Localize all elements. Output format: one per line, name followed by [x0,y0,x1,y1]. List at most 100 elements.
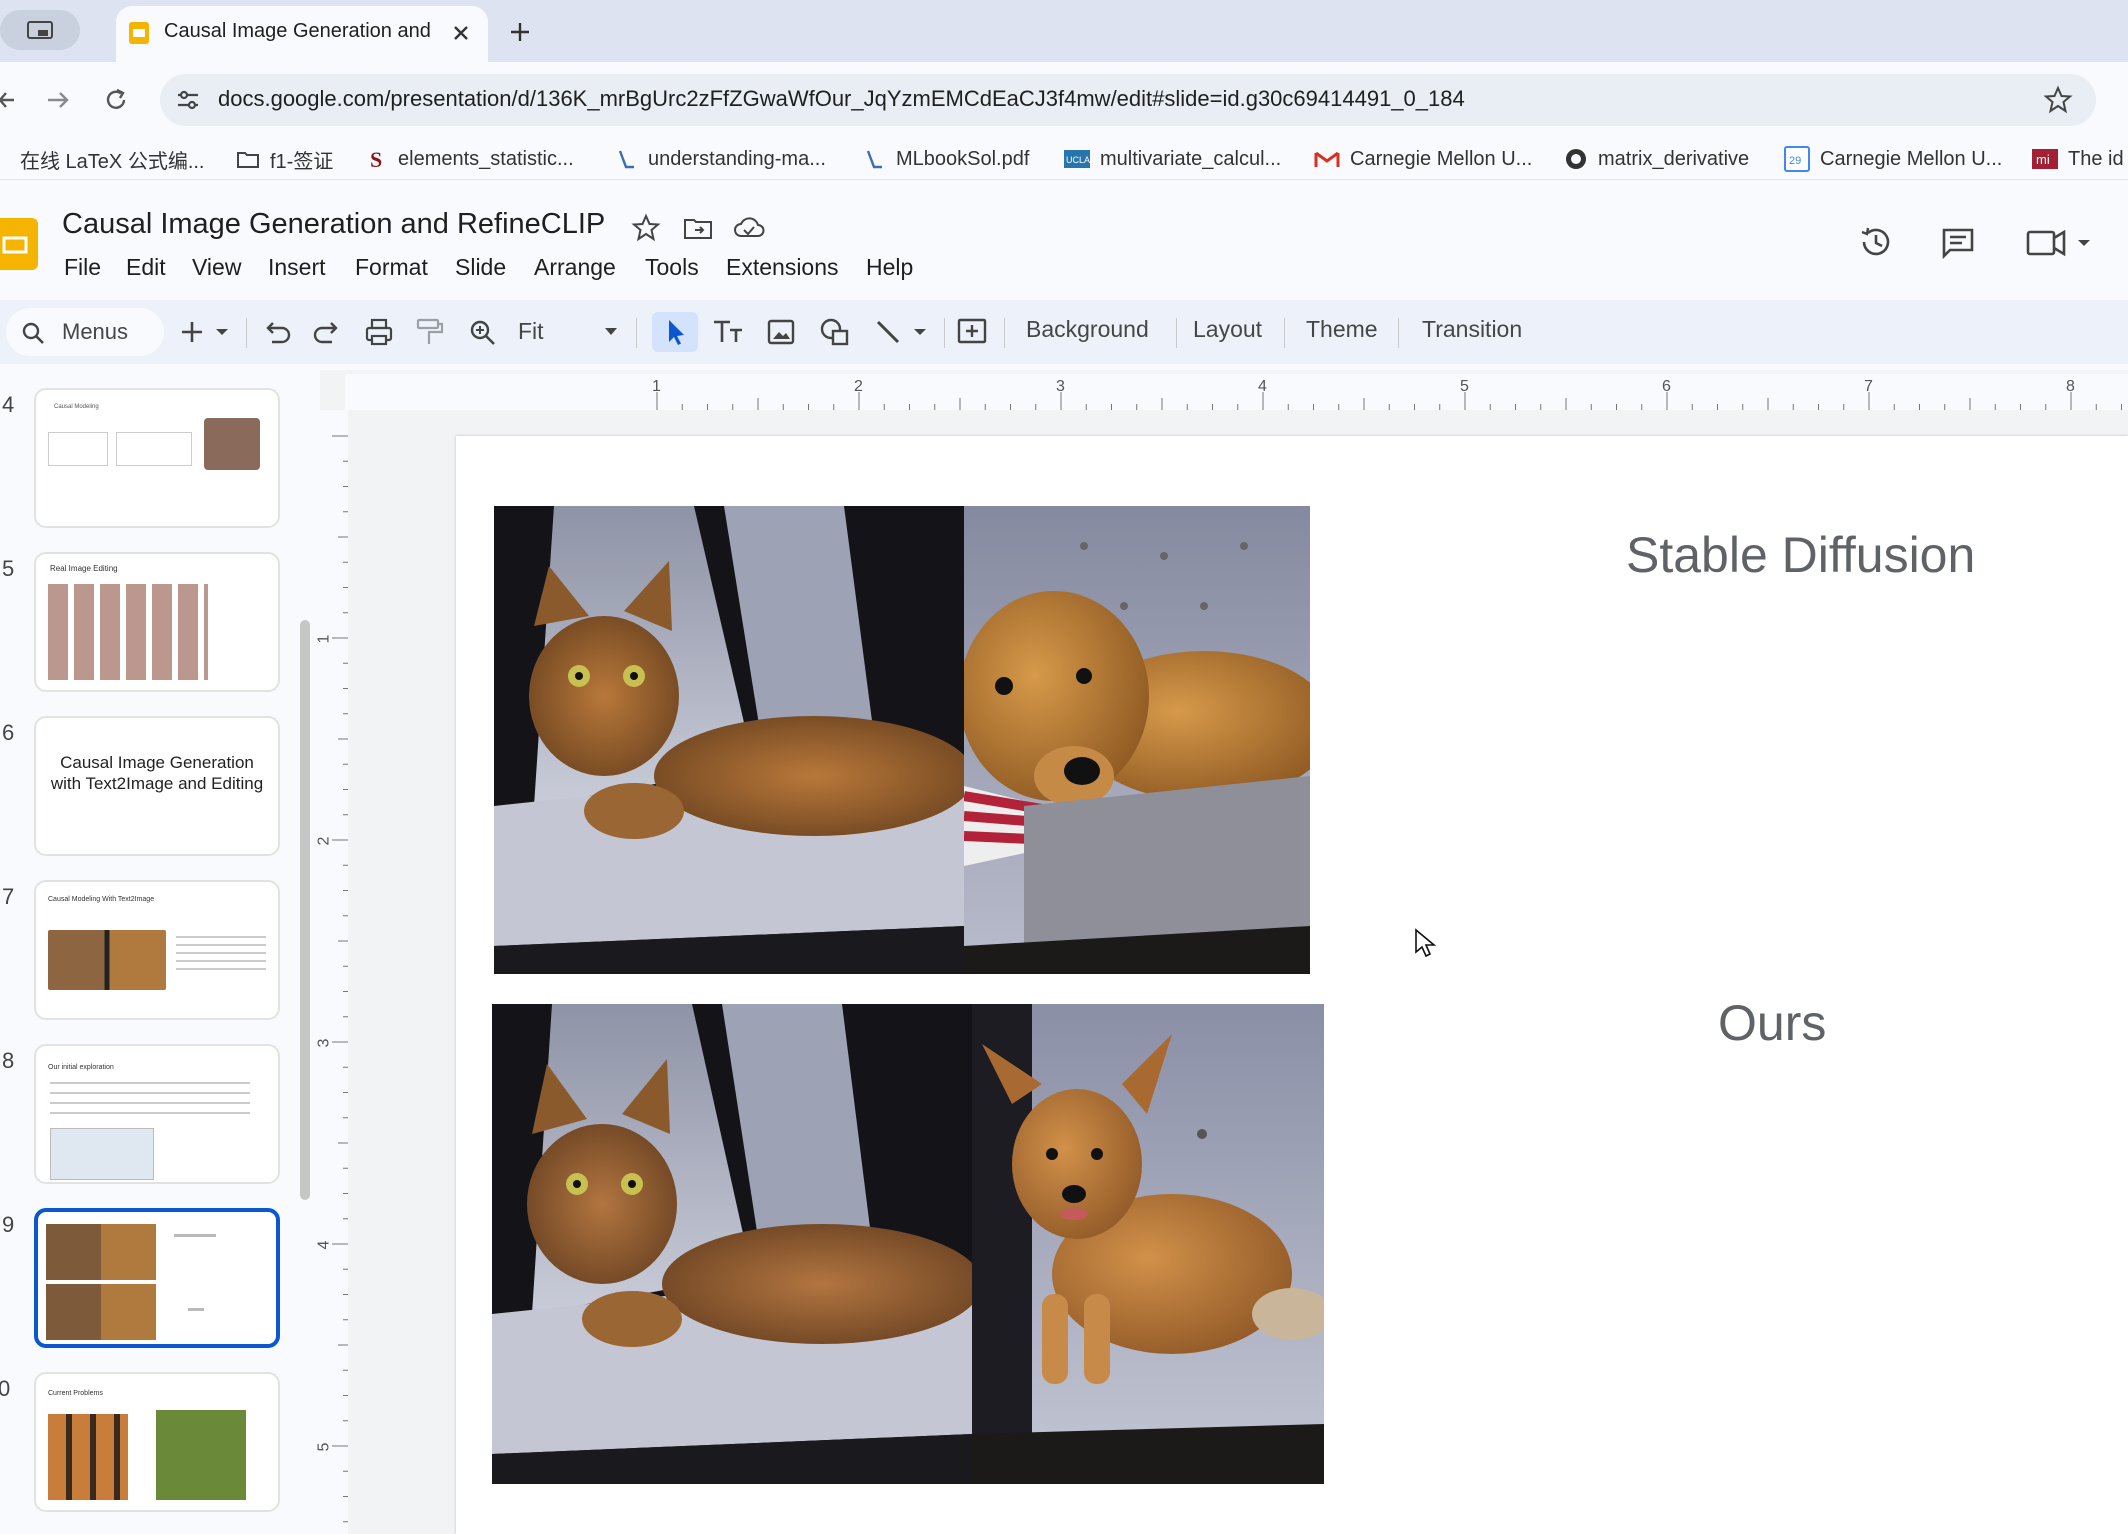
site-settings-icon[interactable] [174,86,202,114]
slide-thumbnail-9[interactable] [34,1208,280,1348]
bookmark-item[interactable]: understanding-ma... [616,142,826,176]
reload-icon[interactable] [100,84,132,116]
ruler-label: 3 [1056,378,1065,395]
bookmark-item[interactable]: mi The id [2032,142,2124,176]
meet-button[interactable] [2024,222,2094,262]
zoom-button[interactable] [466,312,500,352]
slide-thumbnail-8[interactable]: Our initial exploration [34,1044,280,1184]
toolbar-divider [1004,318,1005,348]
thumb-text-lines [176,936,266,976]
new-comment-button[interactable] [954,312,990,352]
ours-dog-image[interactable] [972,1004,1324,1484]
horizontal-ruler[interactable] [345,374,2128,410]
undo-button[interactable] [260,312,294,352]
bookmark-item[interactable]: Carnegie Mellon U... [1314,142,1532,176]
background-button[interactable]: Background [1026,316,1149,343]
chevron-down-icon [605,328,617,335]
cursor-icon [669,320,684,345]
menu-tools[interactable]: Tools [645,254,699,281]
filmstrip-scrollbar[interactable] [300,620,310,1200]
thumb-title: Real Image Editing [50,564,118,573]
label-ours[interactable]: Ours [1718,994,1826,1052]
svg-text:S: S [370,147,382,171]
transition-button[interactable]: Transition [1422,316,1522,343]
doc-header [0,190,2128,300]
star-icon[interactable] [630,212,662,244]
new-slide-button[interactable] [176,312,236,352]
folder-icon [237,152,259,168]
version-history-icon[interactable] [1856,222,1896,262]
menu-help[interactable]: Help [866,254,913,281]
ruler-label: 3 [315,1038,333,1048]
slide-number: 7 [2,884,15,909]
label-stable-diffusion[interactable]: Stable Diffusion [1626,526,1975,584]
toolbar-divider [1176,318,1177,348]
bookmark-item[interactable]: f1-签证 [236,142,333,176]
shape-button[interactable] [816,312,856,352]
slide-canvas[interactable]: Stable Diffusion Ours [456,436,2128,1534]
tab-active[interactable]: Causal Image Generation and [116,6,488,62]
ruler-ticks [332,435,348,1523]
bookmark-star-icon[interactable] [2042,84,2074,116]
new-tab-icon[interactable] [504,16,536,48]
slide-thumbnail-4[interactable]: Causal Modeling [34,388,280,528]
vertical-ruler[interactable] [320,410,348,1534]
menu-view[interactable]: View [192,254,241,281]
thumb-image-bottom [46,1284,156,1340]
bookmark-item[interactable]: S elements_statistic... [368,142,574,176]
github-icon [1566,149,1586,169]
ours-cat-image[interactable] [492,1004,972,1484]
select-tool-button[interactable] [652,312,698,352]
tab-close-icon[interactable] [446,18,476,48]
thumb-diagram [48,432,108,466]
menu-insert[interactable]: Insert [268,254,326,281]
tab-search-button[interactable] [0,10,80,50]
print-button[interactable] [362,312,396,352]
paint-format-button[interactable] [412,312,446,352]
theme-button[interactable]: Theme [1306,316,1378,343]
bookmark-item[interactable]: 在线 LaTeX 公式编... [0,142,205,176]
slide-thumbnail-5[interactable]: Real Image Editing [34,552,280,692]
move-folder-icon[interactable] [682,212,714,244]
bookmark-item[interactable]: 29 Carnegie Mellon U... [1784,142,2002,176]
bookmark-item[interactable]: UCLA multivariate_calcul... [1064,142,1281,176]
cat-on-sofa-image [492,1004,972,1484]
tab-strip-icon [27,21,53,39]
menu-file[interactable]: File [64,254,101,281]
latex-icon [0,149,10,169]
doc-title[interactable]: Causal Image Generation and RefineCLIP [62,208,605,241]
slide-thumbnail-10[interactable]: Current Problems [34,1372,280,1512]
layout-button[interactable]: Layout [1193,316,1262,343]
bookmark-item[interactable]: MLbookSol.pdf [864,142,1029,176]
calendar-icon: 29 [1784,146,1810,172]
menu-extensions[interactable]: Extensions [726,254,839,281]
slides-logo-icon[interactable] [0,214,40,274]
sd-cat-image[interactable] [494,506,964,974]
toolbar-divider [944,318,945,348]
text-box-button[interactable] [708,312,748,352]
undo-icon [266,322,291,344]
search-menus-input[interactable]: Menus [6,308,164,356]
menu-slide[interactable]: Slide [455,254,506,281]
bookmark-item[interactable]: matrix_derivative [1564,142,1749,176]
line-button[interactable] [868,312,932,352]
slide-number: 8 [2,1048,15,1073]
slide-thumbnail-7[interactable]: Causal Modeling With Text2Image [34,880,280,1020]
thumb-title: Causal Modeling [54,404,99,410]
forward-icon[interactable] [42,84,74,116]
zoom-select[interactable]: Fit [512,312,626,352]
thumb-text-lines [50,1082,250,1118]
thumb-image-top [46,1224,156,1280]
menu-arrange[interactable]: Arrange [534,254,616,281]
menu-edit[interactable]: Edit [126,254,166,281]
sd-dog-image[interactable] [964,506,1310,974]
redo-button[interactable] [310,312,344,352]
url-field[interactable]: docs.google.com/presentation/d/136K_mrBg… [160,74,2096,126]
menu-format[interactable]: Format [355,254,428,281]
slide-thumbnail-6[interactable]: Causal Image Generation with Text2Image … [34,716,280,856]
stanford-icon: S [370,147,382,171]
comments-icon[interactable] [1938,222,1978,262]
ruler-label: 4 [1258,378,1267,395]
back-icon[interactable] [0,86,20,114]
insert-image-button[interactable] [762,312,800,352]
